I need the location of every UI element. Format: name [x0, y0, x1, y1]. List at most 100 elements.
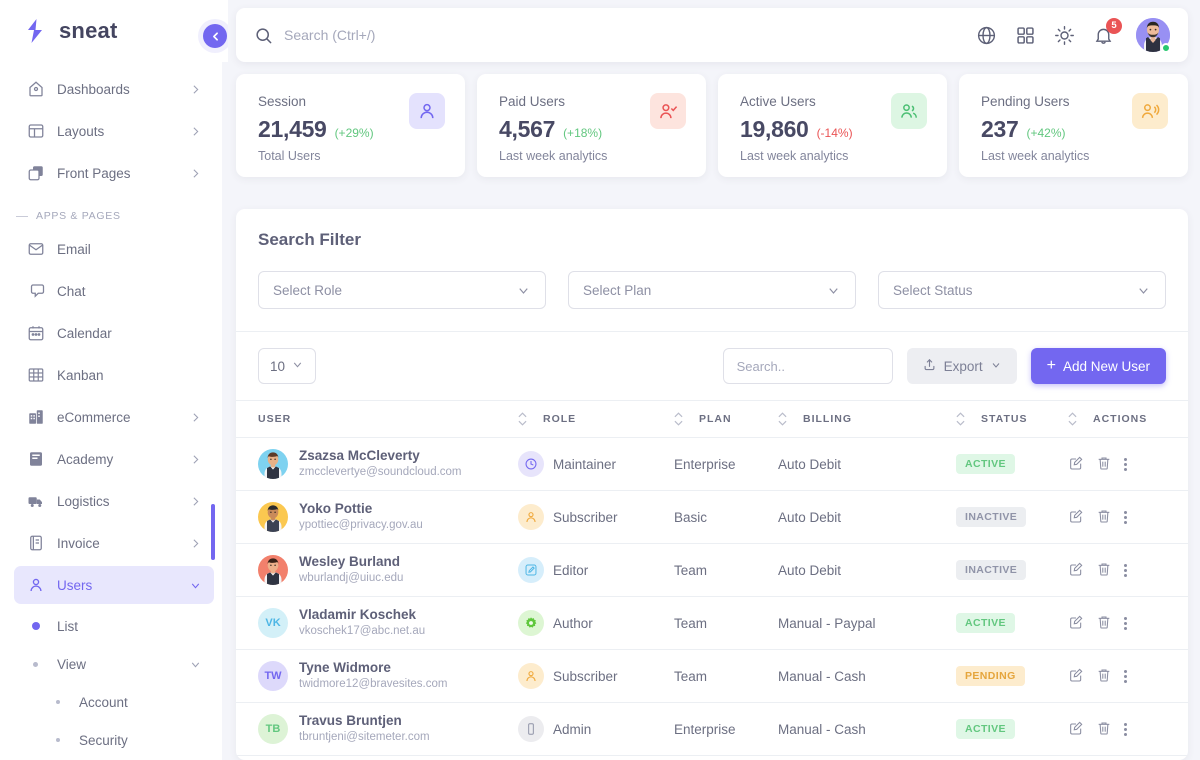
user-icon — [518, 663, 544, 689]
trash-icon[interactable] — [1096, 667, 1112, 686]
column-header-plan[interactable]: PLAN — [674, 400, 778, 438]
trash-icon[interactable] — [1096, 720, 1112, 739]
table-row[interactable]: VK Vladamir Koschek vkoschek17@abc.net.a… — [236, 596, 1188, 650]
billing-label: Auto Debit — [778, 562, 842, 578]
chevron-right-icon — [189, 83, 202, 96]
edit-icon[interactable] — [1068, 561, 1084, 580]
table-row[interactable]: Wesley Burland wburlandj@uiuc.edu Editor… — [236, 543, 1188, 597]
role-label: Maintainer — [553, 456, 617, 472]
sidebar-item-users[interactable]: Users — [14, 566, 214, 604]
column-header-role[interactable]: ROLE — [518, 400, 674, 438]
more-vertical-icon[interactable] — [1124, 722, 1127, 736]
more-vertical-icon[interactable] — [1124, 616, 1127, 630]
bell-icon[interactable]: 5 — [1093, 17, 1122, 46]
select-status[interactable]: Select Status — [878, 271, 1166, 309]
table-row[interactable]: Yoko Pottie ypottiec@privacy.gov.au Subs… — [236, 490, 1188, 544]
plan-label: Enterprise — [674, 456, 736, 472]
trash-icon[interactable] — [1096, 508, 1112, 527]
edit-icon[interactable] — [1068, 667, 1084, 686]
sidebar-item-calendar[interactable]: Calendar — [14, 314, 214, 352]
trash-icon[interactable] — [1096, 561, 1112, 580]
chevron-right-icon — [189, 411, 202, 424]
select-plan[interactable]: Select Plan — [568, 271, 856, 309]
more-vertical-icon[interactable] — [1124, 669, 1127, 683]
sidebar-item-layouts[interactable]: Layouts — [14, 112, 214, 150]
table-search-field[interactable]: Search.. — [722, 348, 893, 384]
role-label: Subscriber — [553, 668, 618, 684]
cell-billing: Manual - Paypal — [778, 596, 956, 650]
column-label: ACTIONS — [1093, 413, 1148, 425]
sidebar-item-email[interactable]: Email — [14, 230, 214, 268]
sidebar-collapse-button[interactable] — [203, 24, 227, 48]
sort-icon[interactable] — [956, 412, 965, 426]
export-button[interactable]: Export — [906, 348, 1017, 384]
user-email: wburlandj@uiuc.edu — [299, 571, 404, 584]
more-vertical-icon[interactable] — [1124, 457, 1127, 471]
sidebar-subitem-view[interactable]: View — [14, 646, 214, 682]
plan-label: Team — [674, 562, 708, 578]
stat-subtitle: Last week analytics — [740, 149, 849, 163]
table-row[interactable]: TB Travus Bruntjen tbruntjeni@sitemeter.… — [236, 702, 1188, 756]
status-badge: PENDING — [956, 666, 1025, 686]
add-new-user-label: Add New User — [1062, 358, 1150, 374]
sidebar-subitem-list[interactable]: List — [14, 608, 214, 644]
cell-user: Zsazsa McCleverty zmcclevertye@soundclou… — [236, 437, 518, 491]
table-header-row: USER ROLE PLAN BILLING STATUS ACTIONS — [236, 400, 1188, 438]
sidebar-item-dashboards[interactable]: Dashboards — [14, 70, 214, 108]
brand[interactable]: sneat — [0, 0, 228, 62]
sidebar-subitem-security[interactable]: Security — [14, 722, 214, 758]
column-header-billing[interactable]: BILLING — [778, 400, 956, 438]
sneat-logo-icon — [22, 18, 48, 44]
sidebar-item-chat[interactable]: Chat — [14, 272, 214, 310]
column-header-user[interactable]: USER — [236, 400, 518, 438]
page-size-select[interactable]: 10 — [258, 348, 316, 384]
add-new-user-button[interactable]: + Add New User — [1030, 348, 1166, 384]
table-row[interactable]: TW Tyne Widmore twidmore12@bravesites.co… — [236, 649, 1188, 703]
table-row[interactable]: Zsazsa McCleverty zmcclevertye@soundclou… — [236, 437, 1188, 491]
filter-row: Select Role Select Plan Select Status — [236, 250, 1188, 331]
edit-icon[interactable] — [1068, 614, 1084, 633]
sort-icon[interactable] — [778, 412, 787, 426]
globe-icon[interactable] — [976, 25, 997, 46]
cell-actions — [1068, 490, 1188, 544]
cell-billing: Auto Debit — [778, 490, 956, 544]
sidebar-item-front-pages[interactable]: Front Pages — [14, 154, 214, 192]
cell-plan: Enterprise — [674, 702, 778, 756]
sort-icon[interactable] — [1068, 412, 1077, 426]
edit-icon[interactable] — [1068, 508, 1084, 527]
stat-value: 237 — [981, 116, 1019, 142]
trash-icon[interactable] — [1096, 455, 1112, 474]
column-header-status[interactable]: STATUS — [956, 400, 1068, 438]
column-label: STATUS — [981, 413, 1028, 425]
status-badge: ACTIVE — [956, 613, 1015, 633]
user-name: Tyne Widmore — [299, 659, 391, 675]
sidebar-item-academy[interactable]: Academy — [14, 440, 214, 478]
plan-label: Basic — [674, 509, 708, 525]
edit-icon[interactable] — [1068, 720, 1084, 739]
user-email: vkoschek17@abc.net.au — [299, 624, 426, 637]
sidebar-item-ecommerce[interactable]: eCommerce — [14, 398, 214, 436]
avatar[interactable] — [1136, 18, 1171, 53]
sidebar-item-kanban[interactable]: Kanban — [14, 356, 214, 394]
apps-grid-icon[interactable] — [1015, 25, 1036, 46]
chevron-right-icon — [189, 537, 202, 550]
global-search[interactable] — [254, 26, 976, 45]
cell-role: Maintainer — [518, 437, 674, 491]
sidebar-item-label: Kanban — [57, 367, 104, 383]
sort-icon[interactable] — [674, 412, 683, 426]
sidebar-item-logistics[interactable]: Logistics — [14, 482, 214, 520]
search-input[interactable] — [284, 27, 684, 43]
sort-icon[interactable] — [518, 412, 527, 426]
sidebar-subitem-account[interactable]: Account — [14, 684, 214, 720]
stat-delta: (-14%) — [816, 126, 853, 140]
sun-icon[interactable] — [1054, 25, 1075, 46]
more-vertical-icon[interactable] — [1124, 510, 1127, 524]
select-role[interactable]: Select Role — [258, 271, 546, 309]
edit-icon[interactable] — [1068, 455, 1084, 474]
cell-plan: Basic — [674, 490, 778, 544]
more-vertical-icon[interactable] — [1124, 563, 1127, 577]
sidebar-item-invoice[interactable]: Invoice — [14, 524, 214, 562]
trash-icon[interactable] — [1096, 614, 1112, 633]
sidebar-scrollbar-thumb[interactable] — [211, 504, 215, 560]
avatar — [258, 448, 288, 479]
